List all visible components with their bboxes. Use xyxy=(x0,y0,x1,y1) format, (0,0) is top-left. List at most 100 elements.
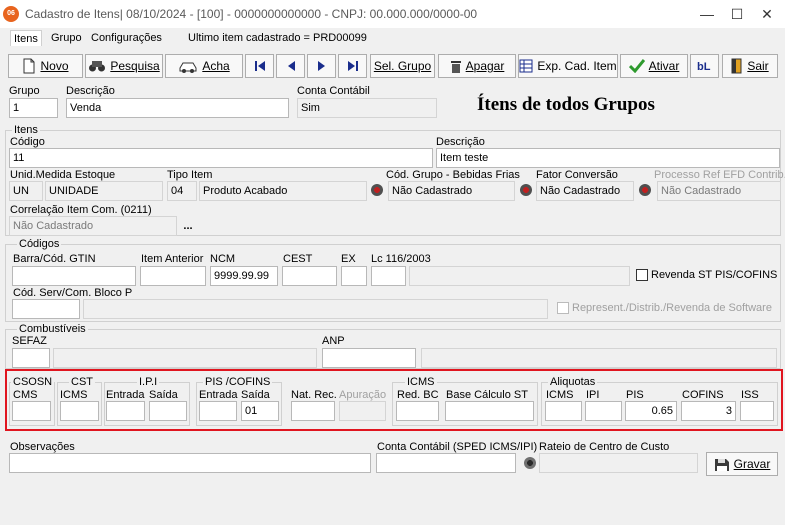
window-title: Cadastro de Itens| 08/10/2024 - [100] - … xyxy=(25,7,478,21)
csosn-field[interactable] xyxy=(12,401,51,421)
cod-grupo-lookup-button[interactable] xyxy=(371,184,383,196)
novo-button[interactable]: Novo xyxy=(8,54,83,78)
revenda-st-checkbox[interactable] xyxy=(636,269,648,281)
nat-rec-field[interactable] xyxy=(291,401,335,421)
cest-field[interactable] xyxy=(282,266,337,286)
aliq-pis-field[interactable]: 0.65 xyxy=(625,401,677,421)
sair-label: Sair xyxy=(747,59,769,73)
apagar-button[interactable]: Apagar xyxy=(438,54,516,78)
save-disk-icon xyxy=(714,458,729,471)
aliq-icms-field[interactable] xyxy=(545,401,582,421)
tipo-code-field[interactable]: 04 xyxy=(167,181,197,201)
itens-group-title: Itens xyxy=(12,124,40,136)
cest-label: CEST xyxy=(283,253,313,265)
anp-field[interactable] xyxy=(322,348,416,368)
ativar-label: Ativar xyxy=(648,59,680,73)
aliquotas-label: Aliquotas xyxy=(548,376,598,388)
combustiveis-group-title: Combustíveis xyxy=(17,323,88,335)
next-record-icon xyxy=(317,61,325,71)
next-record-button[interactable] xyxy=(307,54,336,78)
ipi-saida-field[interactable] xyxy=(149,401,187,421)
serv-bloco-p-field[interactable] xyxy=(12,299,80,319)
aliq-cofins-field[interactable]: 3 xyxy=(681,401,736,421)
first-record-icon xyxy=(254,61,265,71)
exp-cad-item-button[interactable]: Exp. Cad. Item xyxy=(518,54,618,78)
aliq-iss-field[interactable] xyxy=(740,401,774,421)
menu-grupo[interactable]: Grupo xyxy=(48,30,85,46)
lc116-field[interactable] xyxy=(371,266,406,286)
ativar-button[interactable]: Ativar xyxy=(620,54,688,78)
unid-code-field[interactable]: UN xyxy=(9,181,43,201)
exit-door-icon xyxy=(731,58,742,74)
pc-entrada-field[interactable] xyxy=(199,401,237,421)
last-record-button[interactable] xyxy=(338,54,367,78)
observacoes-field[interactable] xyxy=(9,453,371,473)
sel-grupo-label: Sel. Grupo xyxy=(373,59,432,73)
ex-field[interactable] xyxy=(341,266,367,286)
codigo-field[interactable]: 11 xyxy=(9,148,433,168)
last-record-icon xyxy=(347,61,358,71)
prev-record-icon xyxy=(287,61,295,71)
menu-itens[interactable]: Itens xyxy=(10,30,42,46)
page-title: Ítens de todos Grupos xyxy=(477,94,655,115)
item-anterior-field[interactable] xyxy=(140,266,206,286)
red-bc-field[interactable] xyxy=(396,401,439,421)
icms-group-label: ICMS xyxy=(405,376,437,388)
menu-bar: Itens Grupo Configurações Ultimo item ca… xyxy=(0,28,785,48)
conta-sped-field[interactable] xyxy=(376,453,516,473)
revenda-st-label: Revenda ST PIS/COFINS xyxy=(651,269,778,281)
bl-button[interactable]: bL xyxy=(690,54,719,78)
sefaz-desc-field xyxy=(53,348,317,368)
trash-icon xyxy=(450,60,461,73)
grupo-field[interactable]: 1 xyxy=(9,98,58,118)
cst-icms-field[interactable] xyxy=(60,401,99,421)
app-icon: 06 xyxy=(3,6,19,22)
gravar-button[interactable]: Gravar xyxy=(706,452,778,476)
pc-saida-field[interactable]: 01 xyxy=(241,401,279,421)
ipi-label: I.P.I xyxy=(137,376,160,388)
last-item-info: Ultimo item cadastrado = PRD00099 xyxy=(188,32,367,44)
base-st-field[interactable] xyxy=(445,401,534,421)
minimize-button[interactable]: — xyxy=(692,2,722,26)
ex-label: EX xyxy=(341,253,356,265)
ncm-field[interactable]: 9999.99.99 xyxy=(210,266,278,286)
checkmark-icon xyxy=(628,59,645,73)
conta-contabil-field: Sim xyxy=(297,98,437,118)
sefaz-field[interactable] xyxy=(12,348,50,368)
rateio-lookup-button[interactable] xyxy=(524,457,536,469)
first-record-button[interactable] xyxy=(245,54,274,78)
sair-button[interactable]: Sair xyxy=(722,54,778,78)
processo-lookup-button[interactable] xyxy=(639,184,651,196)
anp-label: ANP xyxy=(322,335,345,347)
maximize-button[interactable]: ☐ xyxy=(722,2,752,26)
represent-checkbox[interactable] xyxy=(557,302,569,314)
pesquisa-button[interactable]: Pesquisa xyxy=(85,54,163,78)
lc116-desc-field xyxy=(409,266,630,286)
prev-record-button[interactable] xyxy=(276,54,305,78)
cst-label: CST xyxy=(69,376,95,388)
correlacao-ellipsis-button[interactable]: ... xyxy=(180,219,196,233)
car-find-icon xyxy=(179,62,197,73)
descricao-item-field[interactable]: Item teste xyxy=(436,148,780,168)
descricao-grupo-field[interactable]: Venda xyxy=(66,98,289,118)
lc116-label: Lc 116/2003 xyxy=(371,253,431,265)
barra-gtin-field[interactable] xyxy=(12,266,136,286)
sel-grupo-button[interactable]: Sel. Grupo xyxy=(370,54,435,78)
menu-configuracoes[interactable]: Configurações xyxy=(88,30,165,46)
gravar-label: Gravar xyxy=(733,457,771,471)
tipo-desc-field: Produto Acabado xyxy=(199,181,367,201)
processo-ref-field: Não Cadastrado xyxy=(657,181,781,201)
apagar-label: Apagar xyxy=(465,59,505,73)
acha-button[interactable]: Acha xyxy=(165,54,243,78)
codigos-group-title: Códigos xyxy=(17,238,62,250)
apuracao-field xyxy=(339,401,386,421)
ipi-entrada-field[interactable] xyxy=(106,401,145,421)
aliq-ipi-field[interactable] xyxy=(585,401,622,421)
grupo-label: Grupo xyxy=(9,85,40,97)
ncm-label: NCM xyxy=(210,253,236,265)
fator-lookup-button[interactable] xyxy=(520,184,532,196)
close-button[interactable]: ✕ xyxy=(752,2,782,26)
bl-icon: bL xyxy=(697,61,711,73)
item-anterior-label: Item Anterior xyxy=(141,253,204,265)
fator-conversao-field: Não Cadastrado xyxy=(536,181,634,201)
